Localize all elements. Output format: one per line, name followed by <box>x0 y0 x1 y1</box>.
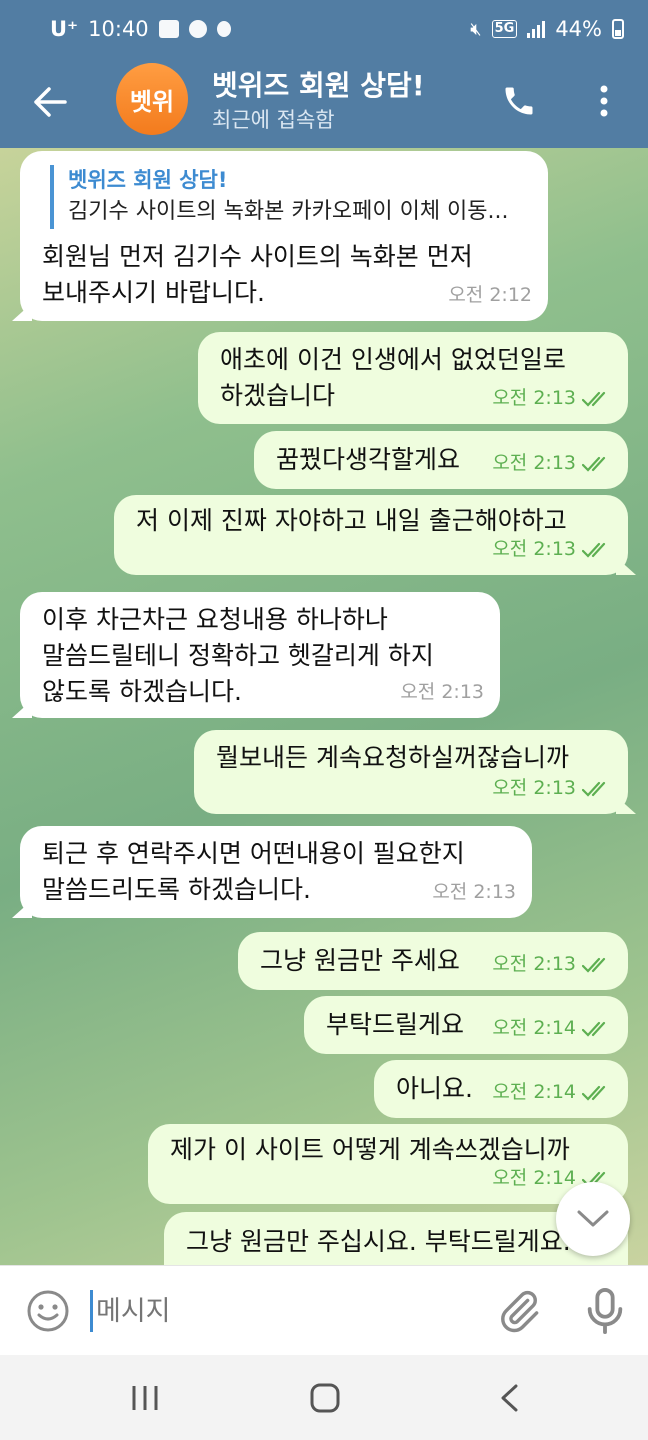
message-time: 오전 2:13 <box>432 881 516 903</box>
message-text: 부탁드릴게요 <box>326 1010 465 1039</box>
signal-icon <box>527 20 546 38</box>
message-outgoing[interactable]: 부탁드릴게요 오전 2:14 <box>304 996 628 1054</box>
recent-apps-button[interactable] <box>120 1375 170 1421</box>
message-text: 말씀드리도록 하겠습니다. <box>42 875 311 904</box>
talk-icon <box>188 20 207 38</box>
more-vertical-icon <box>600 85 608 117</box>
message-outgoing[interactable]: 애초에 이건 인생에서 없었던일로 하겠습니다 오전 2:13 <box>198 332 628 424</box>
reply-text: 김기수 사이트의 녹화본 카카오페이 이체 이동... <box>68 199 509 224</box>
reply-quote[interactable]: 벳위즈 회원 상담! 김기수 사이트의 녹화본 카카오페이 이체 이동... <box>50 165 509 229</box>
message-time: 오전 2:13 <box>492 947 612 982</box>
message-incoming[interactable]: 퇴근 후 연락주시면 어떤내용이 필요한지 말씀드리도록 하겠습니다. 오전 2… <box>12 826 532 918</box>
avatar[interactable]: 벳위 <box>116 63 188 135</box>
network-type: 5G <box>491 20 518 38</box>
double-check-icon <box>582 391 606 407</box>
message-incoming[interactable]: 벳위즈 회원 상담! 김기수 사이트의 녹화본 카카오페이 이체 이동... 회… <box>12 151 548 321</box>
message-composer <box>0 1265 648 1355</box>
smile-icon <box>27 1290 69 1332</box>
microphone-button[interactable] <box>582 1286 628 1336</box>
message-text: 퇴근 후 연락주시면 어떤내용이 필요한지 <box>42 839 465 868</box>
microphone-icon <box>587 1288 623 1334</box>
double-check-icon <box>582 1021 606 1037</box>
chat-area[interactable]: 벳위즈 회원 상담! 김기수 사이트의 녹화본 카카오페이 이체 이동... 회… <box>0 148 648 1265</box>
message-time: 오전 2:13 <box>492 381 612 416</box>
message-text: 이후 차근차근 요청내용 하나하나 <box>42 605 388 634</box>
reply-sender: 벳위즈 회원 상담! <box>68 168 228 192</box>
message-text: 그냥 원금만 주십시요. 부탁드릴게요. <box>186 1227 571 1256</box>
call-button[interactable] <box>494 76 544 126</box>
home-button[interactable] <box>300 1375 350 1421</box>
message-outgoing[interactable]: 꿈꿨다생각할게요 오전 2:13 <box>254 431 628 489</box>
message-time: 오전 2:13 <box>492 446 612 481</box>
back-nav-button[interactable] <box>484 1375 534 1421</box>
recent-apps-icon <box>132 1386 158 1410</box>
nav-back-icon <box>501 1384 518 1412</box>
emoji-button[interactable] <box>26 1289 70 1333</box>
message-incoming[interactable]: 이후 차근차근 요청내용 하나하나 말씀드릴테니 정확하고 헷갈리게 하지 않도… <box>12 592 500 718</box>
message-outgoing[interactable]: 그냥 원금만 주세요 오전 2:13 <box>238 932 628 990</box>
attach-button[interactable] <box>496 1288 542 1334</box>
carrier-label: U⁺ <box>50 17 79 41</box>
battery-percent: 44% <box>555 17 602 41</box>
message-outgoing[interactable]: 저 이제 진짜 자야하고 내일 출근해야하고 오전 2:13 <box>114 495 636 575</box>
clock: 10:40 <box>88 17 149 41</box>
message-outgoing[interactable]: 뭘보내든 계속요청하실꺼잖습니까 오전 2:13 <box>194 730 636 814</box>
home-icon <box>310 1383 340 1413</box>
double-check-icon <box>582 456 606 472</box>
message-time: 오전 2:14 <box>492 1075 612 1110</box>
scroll-down-button[interactable] <box>556 1182 630 1256</box>
system-navigation-bar <box>0 1355 648 1440</box>
battery-icon <box>612 19 624 39</box>
double-check-icon <box>582 781 606 797</box>
mute-icon: 🔇︎ <box>470 18 482 40</box>
message-text: 뭘보내든 계속요청하실꺼잖습니까 <box>216 743 569 772</box>
message-time: 오전 2:13 <box>400 681 484 703</box>
chat-header: 벳위 벳위즈 회원 상담! 최근에 접속함 <box>0 58 648 148</box>
more-button[interactable] <box>582 76 626 126</box>
double-check-icon <box>582 957 606 973</box>
message-text: 말씀드릴테니 정확하고 헷갈리게 하지 <box>42 641 434 670</box>
message-time: 오전 2:12 <box>448 284 532 306</box>
back-button[interactable] <box>26 78 74 126</box>
chevron-down-icon <box>577 1210 609 1227</box>
message-outgoing[interactable]: 아니요. 오전 2:14 <box>374 1060 628 1118</box>
message-text: 회원님 먼저 김기수 사이트의 녹화본 먼저 <box>42 242 473 271</box>
message-time: 오전 2:13 <box>492 532 612 567</box>
avatar-text: 벳위 <box>129 87 175 116</box>
message-outgoing[interactable]: 제가 이 사이트 어떻게 계속쓰겠습니까 오전 2:14 <box>148 1124 628 1204</box>
message-time: 오전 2:14 <box>492 1011 612 1046</box>
message-text: 보내주시기 바랍니다. <box>42 278 265 307</box>
message-input[interactable] <box>90 1288 470 1334</box>
notification-icon <box>216 21 231 37</box>
double-check-icon <box>582 542 606 558</box>
chat-title[interactable]: 벳위즈 회원 상담! <box>212 64 425 104</box>
message-text: 그냥 원금만 주세요 <box>260 946 460 975</box>
message-text: 꿈꿨다생각할게요 <box>276 445 461 474</box>
paperclip-icon <box>501 1290 539 1333</box>
last-seen-status: 최근에 접속함 <box>212 108 335 132</box>
message-text: 아니요. <box>396 1074 473 1103</box>
message-text: 하겠습니다 <box>220 381 336 410</box>
message-text: 애초에 이건 인생에서 없었던일로 <box>220 345 566 374</box>
arrow-left-icon <box>34 87 67 117</box>
status-bar: U⁺ 10:40 🔇︎ 5G 44% <box>0 0 648 58</box>
gallery-icon <box>158 20 179 38</box>
message-text: 않도록 하겠습니다. <box>42 677 242 706</box>
double-check-icon <box>582 1085 606 1101</box>
phone-icon <box>505 87 533 115</box>
message-time: 오전 2:13 <box>492 771 612 806</box>
